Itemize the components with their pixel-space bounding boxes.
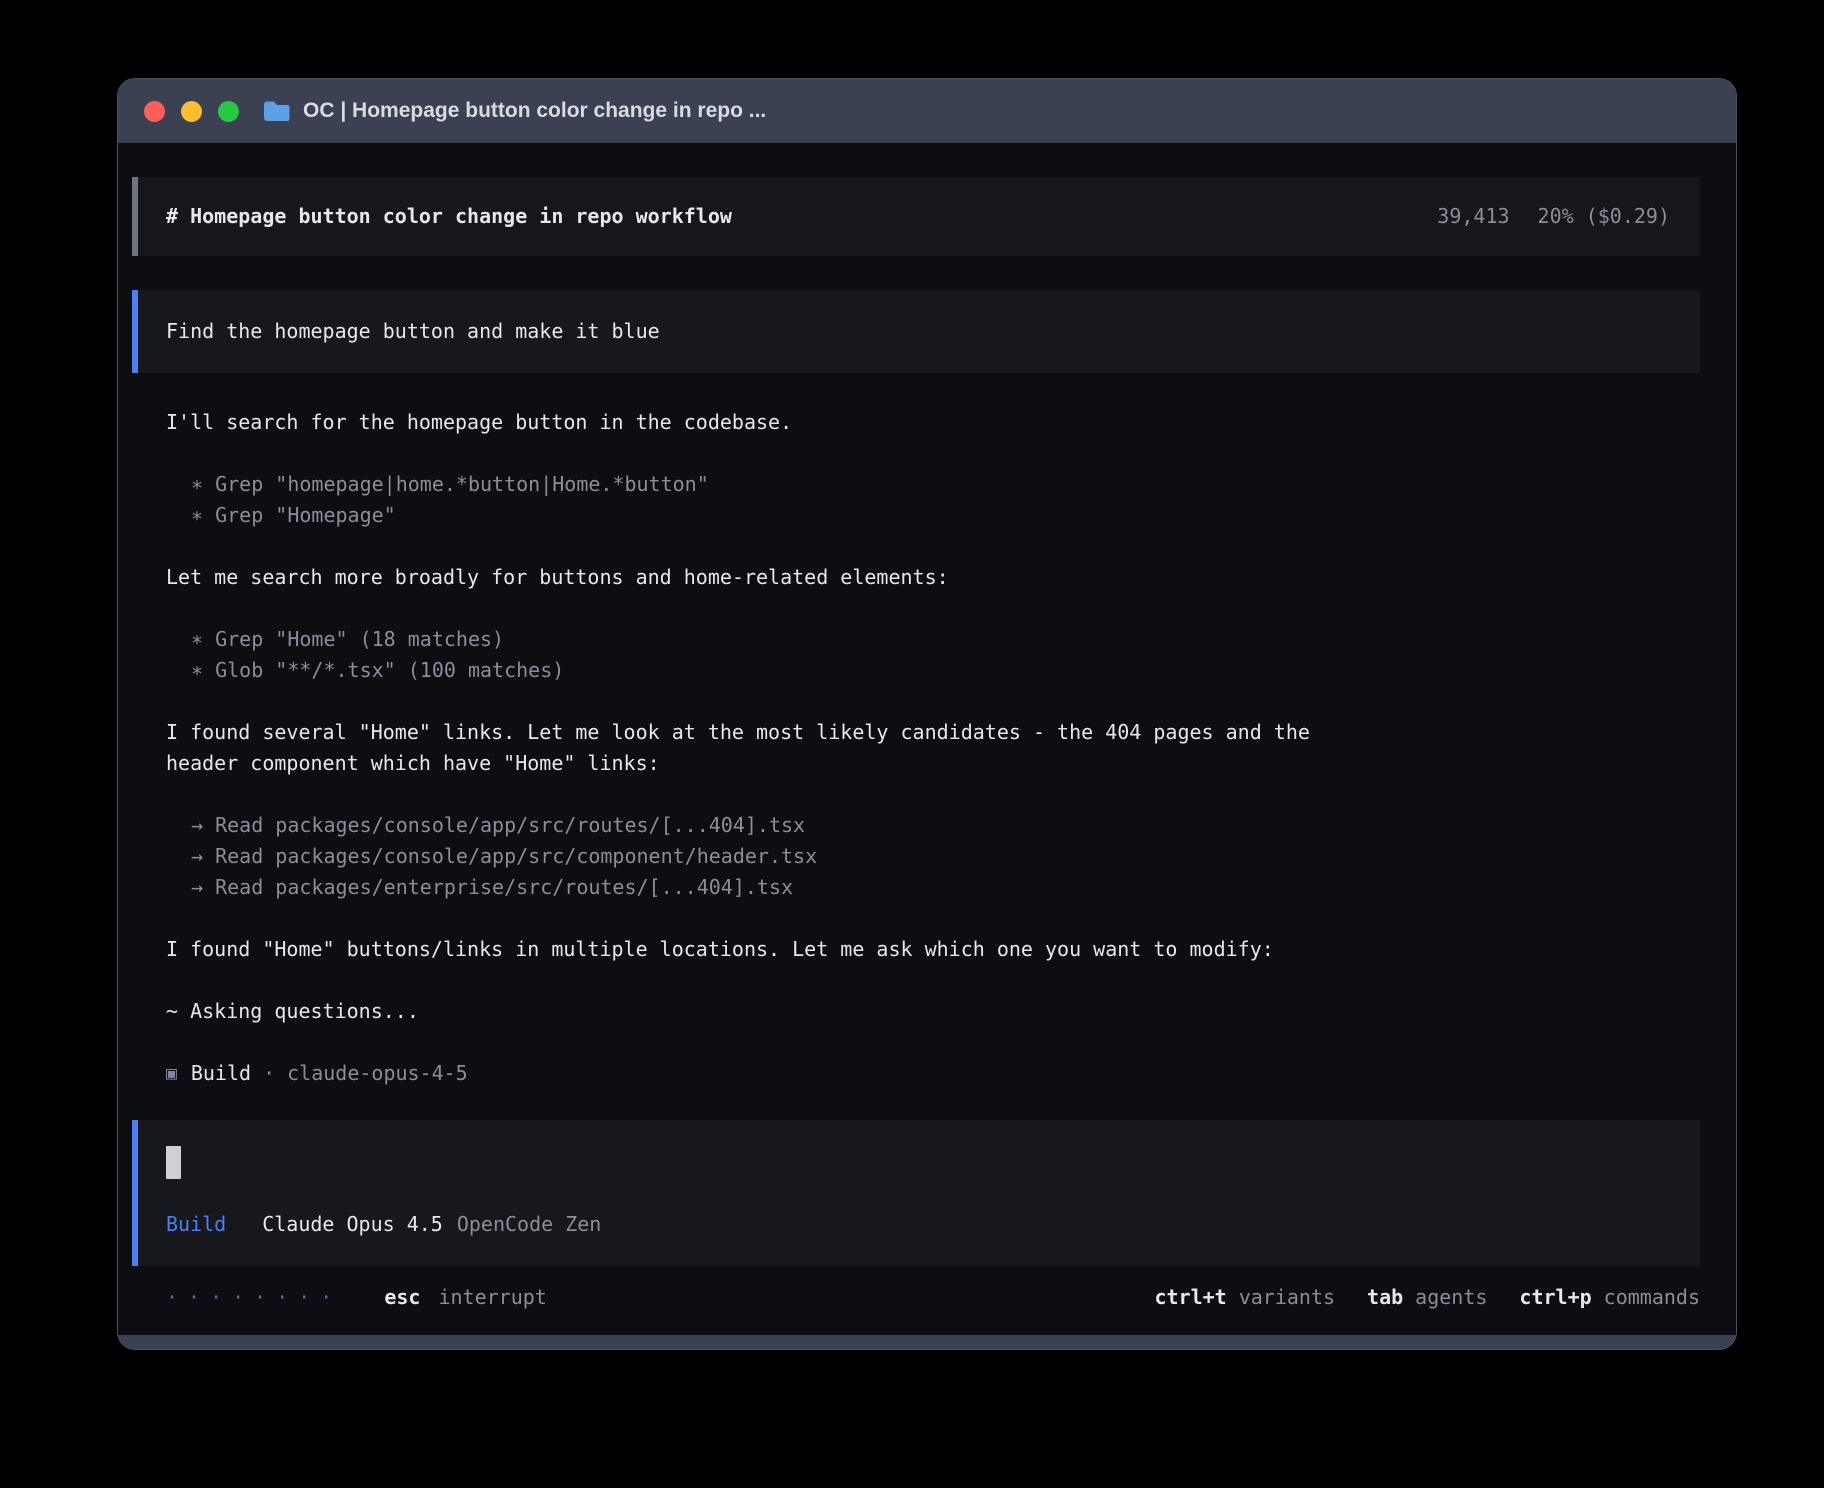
session-stats: 39,413 20% ($0.29) bbox=[1437, 201, 1670, 232]
hint-key: tab bbox=[1367, 1282, 1403, 1313]
zoom-window-button[interactable] bbox=[218, 101, 239, 122]
provider-name: OpenCode Zen bbox=[457, 1209, 602, 1240]
asking-status: ~ Asking questions... bbox=[166, 996, 1700, 1027]
agent-separator: · bbox=[263, 1058, 275, 1089]
user-message-text: Find the homepage button and make it blu… bbox=[166, 319, 660, 343]
assistant-text: I found several "Home" links. Let me loo… bbox=[166, 717, 1381, 779]
minimize-window-button[interactable] bbox=[181, 101, 202, 122]
hint-commands: ctrl+p commands bbox=[1519, 1282, 1700, 1313]
folder-icon bbox=[263, 100, 291, 122]
assistant-text: Let me search more broadly for buttons a… bbox=[166, 562, 1381, 593]
tool-call-glob: ∗ Glob "**/*.tsx" (100 matches) bbox=[191, 655, 1700, 686]
token-count: 39,413 bbox=[1437, 201, 1509, 232]
context-usage: 20% ($0.29) bbox=[1538, 201, 1670, 232]
hint-variants: ctrl+t variants bbox=[1154, 1282, 1335, 1313]
window-bottom-chrome bbox=[118, 1335, 1736, 1349]
assistant-text: I found "Home" buttons/links in multiple… bbox=[166, 934, 1381, 965]
esc-key-hint: esc bbox=[384, 1282, 420, 1313]
statusbar-right: ctrl+t variants tab agents ctrl+p comman… bbox=[1136, 1282, 1700, 1313]
tool-call-group: → Read packages/console/app/src/routes/[… bbox=[191, 810, 1700, 903]
session-title: # Homepage button color change in repo w… bbox=[166, 201, 732, 232]
agent-status-line: ▣ Build · claude-opus-4-5 bbox=[166, 1058, 1700, 1089]
close-window-button[interactable] bbox=[144, 101, 165, 122]
agent-name: Build bbox=[191, 1058, 251, 1089]
hint-key: ctrl+t bbox=[1154, 1282, 1226, 1313]
tool-call-read: → Read packages/console/app/src/componen… bbox=[191, 841, 1700, 872]
user-message-block: Find the homepage button and make it blu… bbox=[132, 290, 1700, 373]
hint-key: ctrl+p bbox=[1519, 1282, 1591, 1313]
esc-key-label: interrupt bbox=[438, 1282, 546, 1313]
terminal-content: # Homepage button color change in repo w… bbox=[118, 143, 1736, 1335]
agent-model: claude-opus-4-5 bbox=[287, 1058, 468, 1089]
tool-call-read: → Read packages/console/app/src/routes/[… bbox=[191, 810, 1700, 841]
tool-call-grep: ∗ Grep "homepage|home.*button|Home.*butt… bbox=[191, 469, 1700, 500]
tool-call-group: ∗ Grep "homepage|home.*button|Home.*butt… bbox=[191, 469, 1700, 531]
status-bar: ········ esc interrupt ctrl+t variants t… bbox=[166, 1282, 1700, 1313]
session-header: # Homepage button color change in repo w… bbox=[132, 177, 1700, 256]
prompt-input[interactable]: Build Claude Opus 4.5 OpenCode Zen bbox=[132, 1120, 1700, 1266]
hint-label: agents bbox=[1415, 1282, 1487, 1313]
agent-icon: ▣ bbox=[166, 1058, 177, 1089]
tool-call-grep: ∗ Grep "Homepage" bbox=[191, 500, 1700, 531]
text-cursor bbox=[166, 1146, 181, 1179]
model-row: Build Claude Opus 4.5 OpenCode Zen bbox=[166, 1209, 1670, 1240]
hint-label: commands bbox=[1604, 1282, 1700, 1313]
model-name[interactable]: Claude Opus 4.5 bbox=[262, 1209, 443, 1240]
statusbar-left: ········ esc interrupt bbox=[166, 1282, 547, 1313]
terminal-window: OC | Homepage button color change in rep… bbox=[117, 78, 1737, 1350]
tool-call-grep: ∗ Grep "Home" (18 matches) bbox=[191, 624, 1700, 655]
titlebar[interactable]: OC | Homepage button color change in rep… bbox=[118, 79, 1736, 143]
tool-call-group: ∗ Grep "Home" (18 matches) ∗ Glob "**/*.… bbox=[191, 624, 1700, 686]
hint-label: variants bbox=[1239, 1282, 1335, 1313]
tool-call-read: → Read packages/enterprise/src/routes/[.… bbox=[191, 872, 1700, 903]
spinner-dots: ········ bbox=[166, 1282, 342, 1313]
hint-agents: tab agents bbox=[1367, 1282, 1487, 1313]
assistant-text: I'll search for the homepage button in t… bbox=[166, 407, 1381, 438]
window-controls bbox=[144, 101, 239, 122]
window-title: OC | Homepage button color change in rep… bbox=[303, 99, 766, 123]
agent-mode-label[interactable]: Build bbox=[166, 1209, 226, 1240]
